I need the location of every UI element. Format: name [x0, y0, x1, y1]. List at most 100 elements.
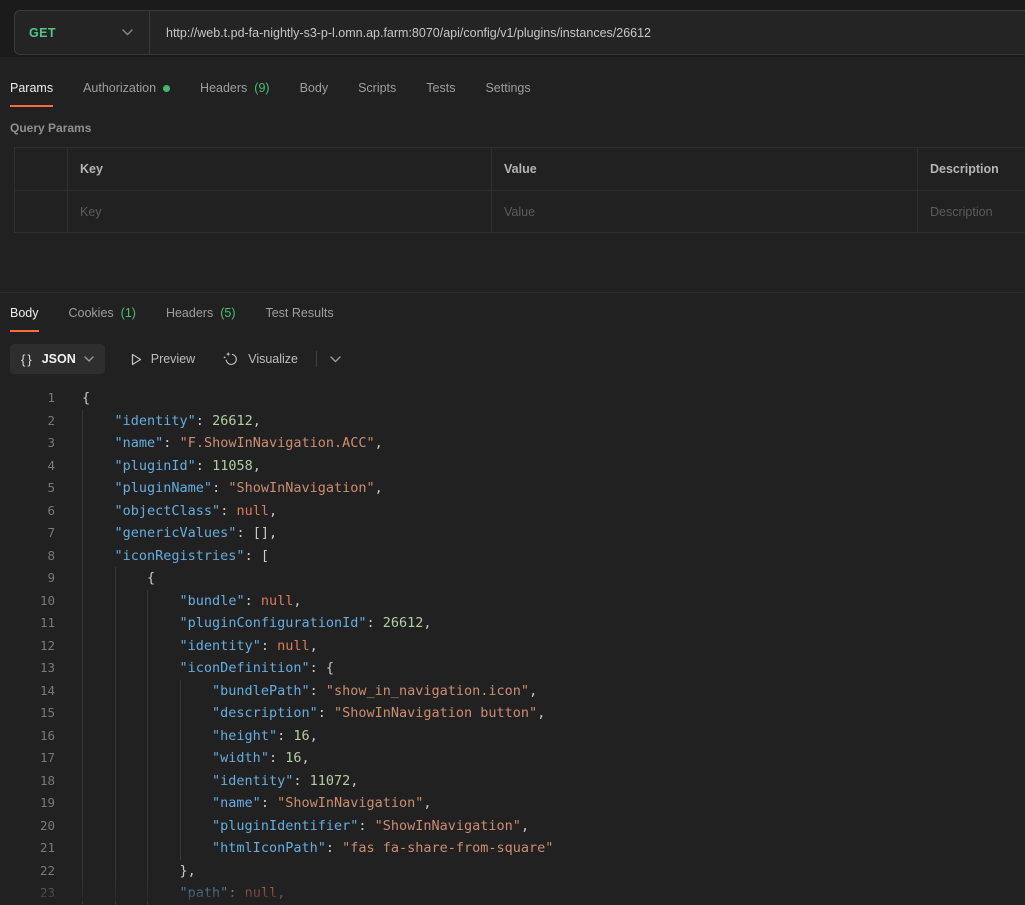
indent-guide — [147, 725, 148, 748]
code-line: 6 "objectClass": null, — [0, 500, 1025, 523]
line-content: "htmlIconPath": "fas fa-share-from-squar… — [55, 837, 1025, 860]
code-line: 22 }, — [0, 860, 1025, 883]
indent-guide — [147, 702, 148, 725]
auth-status-dot-icon — [163, 85, 170, 92]
json-token: 11072 — [310, 773, 351, 789]
response-tab-test-results[interactable]: Test Results — [265, 306, 333, 332]
response-body-json[interactable]: 1{2 "identity": 26612,3 "name": "F.ShowI… — [0, 387, 1025, 905]
select-all-cell[interactable] — [15, 148, 67, 190]
line-number: 19 — [0, 792, 55, 815]
indent-guide — [180, 837, 181, 860]
indent-guide — [82, 590, 83, 613]
indent-guide — [147, 837, 148, 860]
code-line: 13 "iconDefinition": { — [0, 657, 1025, 680]
braces-icon: {} — [21, 352, 34, 367]
indent-guide — [180, 792, 181, 815]
tab-settings[interactable]: Settings — [485, 81, 530, 107]
line-content: "name": "F.ShowInNavigation.ACC", — [55, 432, 1025, 455]
more-formats-chevron[interactable] — [330, 356, 341, 363]
indent-guide — [147, 860, 148, 883]
line-number: 10 — [0, 590, 55, 613]
json-token: "path" — [180, 885, 229, 901]
format-select-button[interactable]: {} JSON — [10, 344, 105, 374]
line-content: "identity": null, — [55, 635, 1025, 658]
response-tab-body[interactable]: Body — [10, 306, 39, 332]
line-number: 9 — [0, 567, 55, 590]
line-number: 5 — [0, 477, 55, 500]
code-line: 5 "pluginName": "ShowInNavigation", — [0, 477, 1025, 500]
request-url-bar: GET http://web.t.pd-fa-nightly-s3-p-l.om… — [14, 10, 1025, 55]
indent-guide — [147, 747, 148, 770]
indent-guide — [82, 432, 83, 455]
json-token: 16 — [293, 728, 309, 744]
indent-guide — [82, 680, 83, 703]
code-line: 21 "htmlIconPath": "fas fa-share-from-sq… — [0, 837, 1025, 860]
key-input[interactable]: Key — [67, 191, 491, 232]
table-row: Key Value Description — [15, 190, 1025, 232]
response-tab-headers[interactable]: Headers(5) — [166, 306, 236, 332]
indent-guide — [115, 837, 116, 860]
line-number: 8 — [0, 545, 55, 568]
indent-guide — [115, 747, 116, 770]
json-token: 26612 — [212, 413, 253, 429]
divider — [316, 351, 317, 367]
indent-guide — [82, 702, 83, 725]
tab-params[interactable]: Params — [10, 81, 53, 107]
indent-guide — [82, 770, 83, 793]
indent-guide — [147, 657, 148, 680]
json-token: "htmlIconPath" — [212, 840, 326, 856]
tab-headers[interactable]: Headers(9) — [200, 81, 270, 107]
indent-guide — [82, 455, 83, 478]
indent-guide — [82, 500, 83, 523]
indent-guide — [82, 477, 83, 500]
visualize-label: Visualize — [248, 352, 298, 366]
line-number: 1 — [0, 387, 55, 410]
line-content: "bundle": null, — [55, 590, 1025, 613]
preview-button[interactable]: Preview — [131, 352, 195, 366]
chevron-down-icon — [84, 356, 94, 362]
method-selector[interactable]: GET — [15, 11, 149, 54]
method-label: GET — [29, 26, 56, 40]
line-content: "iconDefinition": { — [55, 657, 1025, 680]
line-number: 4 — [0, 455, 55, 478]
line-number: 16 — [0, 725, 55, 748]
json-token: "identity" — [212, 773, 293, 789]
description-input[interactable]: Description — [917, 191, 1025, 232]
indent-guide — [147, 635, 148, 658]
indent-guide — [115, 612, 116, 635]
response-tab-cookies[interactable]: Cookies(1) — [69, 306, 136, 332]
response-toolbar: {} JSON Preview Visualize — [10, 344, 1025, 374]
json-token: "height" — [212, 728, 277, 744]
json-token: "ShowInNavigation" — [277, 795, 423, 811]
tab-authorization[interactable]: Authorization — [83, 81, 170, 107]
line-number: 20 — [0, 815, 55, 838]
json-token: "iconDefinition" — [180, 660, 310, 676]
indent-guide — [115, 567, 116, 590]
indent-guide — [115, 815, 116, 838]
line-number: 6 — [0, 500, 55, 523]
json-token: "objectClass" — [115, 503, 221, 519]
json-token: "bundlePath" — [212, 683, 310, 699]
line-content: "bundlePath": "show_in_navigation.icon", — [55, 680, 1025, 703]
value-input[interactable]: Value — [491, 191, 917, 232]
indent-guide — [115, 770, 116, 793]
tab-scripts[interactable]: Scripts — [358, 81, 396, 107]
indent-guide — [147, 770, 148, 793]
table-header-row: Key Value Description — [15, 148, 1025, 190]
line-number: 14 — [0, 680, 55, 703]
indent-guide — [82, 747, 83, 770]
json-token: "fas fa-share-from-square" — [342, 840, 553, 856]
line-number: 22 — [0, 860, 55, 883]
url-input[interactable]: http://web.t.pd-fa-nightly-s3-p-l.omn.ap… — [150, 26, 651, 40]
visualize-button[interactable]: Visualize — [223, 351, 298, 367]
json-token: null — [245, 885, 278, 901]
tab-tests[interactable]: Tests — [426, 81, 455, 107]
line-content: "identity": 11072, — [55, 770, 1025, 793]
indent-guide — [115, 635, 116, 658]
indent-guide — [115, 680, 116, 703]
tab-body[interactable]: Body — [300, 81, 329, 107]
json-token: "pluginIdentifier" — [212, 818, 358, 834]
indent-guide — [82, 545, 83, 568]
indent-guide — [147, 612, 148, 635]
indent-guide — [115, 860, 116, 883]
